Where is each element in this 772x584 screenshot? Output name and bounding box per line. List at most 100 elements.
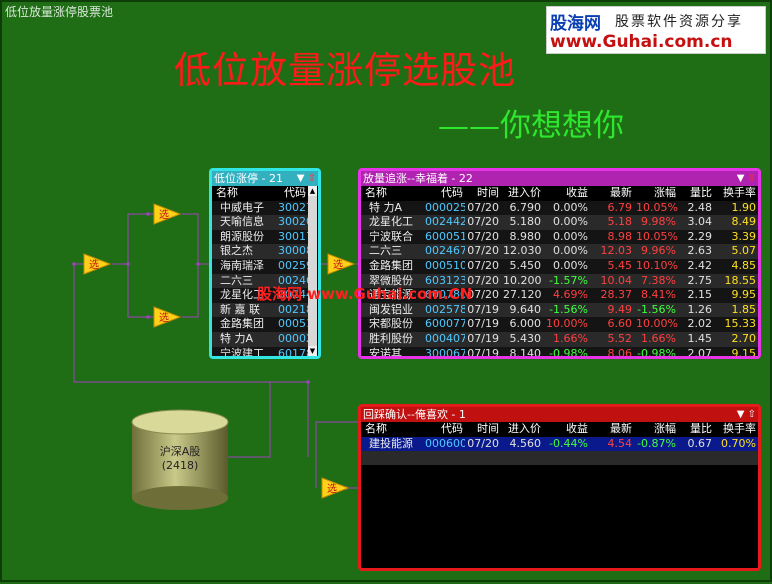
table-row[interactable]: 特 力A 000025 07/20 6.790 0.00% 6.79 10.05% 2.48 1…: [361, 200, 758, 216]
table-cell: -0.98%: [549, 346, 588, 359]
column-header[interactable]: 时间: [465, 422, 501, 437]
column-header[interactable]: 最新: [590, 422, 634, 437]
table-cell: 07/20: [467, 229, 499, 243]
column-header[interactable]: 涨幅: [634, 422, 678, 437]
table-cell: 海南瑞泽: [220, 258, 264, 272]
column-header[interactable]: 代码: [276, 186, 308, 201]
filter-node-4[interactable]: 选: [327, 253, 356, 275]
table-cell: 18.55: [724, 273, 757, 287]
table-cell: 000407: [425, 331, 465, 345]
column-header[interactable]: 换手率: [714, 422, 758, 437]
panel-title: 放量追涨--幸福着 - 22: [363, 172, 473, 185]
column-header[interactable]: 代码: [423, 186, 465, 201]
table-cell: 2.75: [687, 273, 713, 287]
table-cell: -1.56%: [549, 302, 588, 316]
table-cell: 9.49: [607, 302, 633, 316]
table-cell: 27.120: [503, 288, 542, 302]
filter-node-5[interactable]: 选: [321, 477, 350, 499]
table-row[interactable]: 金路集团 00051: [212, 317, 308, 332]
table-row[interactable]: 宁波联合 600051 07/20 8.980 0.00% 8.98 10.05% 2.29 3…: [361, 229, 758, 245]
table-cell: 5.45: [607, 258, 633, 272]
column-header[interactable]: 进入价: [501, 186, 543, 201]
table-cell: 8.140: [509, 346, 542, 359]
table-cell: 600077: [425, 317, 465, 331]
table-row[interactable]: 金路集团 000510 07/20 5.450 0.00% 5.45 10.10% 2.42 4…: [361, 258, 758, 274]
table-cell: 特 力A: [369, 200, 403, 214]
arrow-up-icon[interactable]: ⇧: [748, 173, 756, 184]
panel-low-limit-up[interactable]: 低位涨停 - 21 ▼ ⇧ 名称代码 中威电子30027天喻信息30020朗源股…: [209, 168, 321, 359]
table-row[interactable]: 闽发铝业 002578 07/19 9.640 -1.56% 9.49 -1.56% 1.26…: [361, 302, 758, 318]
table-row[interactable]: 天喻信息 30020: [212, 215, 308, 230]
table-cell: 5.18: [607, 215, 633, 229]
filter-node-3[interactable]: 选: [153, 306, 182, 328]
table-row[interactable]: 朗源股份 30017: [212, 229, 308, 245]
scroll-down-icon[interactable]: ▼: [308, 346, 317, 356]
table-cell: 07/19: [467, 317, 499, 331]
table-cell: 2.15: [687, 288, 713, 302]
table-cell: 2.42: [687, 258, 713, 272]
table-row[interactable]: 新 嘉 联 00218: [212, 302, 308, 318]
table-row[interactable]: 二六三 002467 07/20 12.030 0.00% 12.03 9.96% 2.63 5…: [361, 244, 758, 259]
column-header[interactable]: 时间: [465, 186, 501, 201]
filter-node-label: 选: [159, 208, 169, 221]
panel-title-bar: 回踩确认--俺喜欢 - 1 ▼ ⇧: [361, 407, 758, 422]
table-cell: 07/19: [467, 346, 499, 359]
scroll-up-icon[interactable]: ▲: [308, 186, 317, 196]
column-header[interactable]: 收益: [543, 186, 590, 201]
table-cell: 8.49: [731, 215, 757, 229]
dropdown-icon[interactable]: ▼: [737, 173, 745, 184]
table-row[interactable]: 安诺其 300067 07/19 8.140 -0.98% 8.06 -0.98% 2.07 9…: [361, 346, 758, 359]
table-cell: 5.52: [607, 331, 633, 345]
table-cell: 8.41%: [641, 288, 676, 302]
column-header[interactable]: 收益: [543, 422, 590, 437]
table-cell: 002467: [425, 244, 465, 258]
column-header[interactable]: 进入价: [501, 422, 543, 437]
table-cell: 1.45: [687, 331, 713, 345]
stock-table: 名称 代码 时间 进入价 收益 最新 涨幅 量比 换手率 特 力A 000025 07/20 6.79…: [361, 186, 758, 359]
table-row[interactable]: 胜利股份 000407 07/19 5.430 1.66% 5.52 1.66% 1.45 2.…: [361, 331, 758, 347]
table-row[interactable]: 特 力A 00002: [212, 331, 308, 347]
table-cell: 8.980: [509, 229, 542, 243]
table-row[interactable]: 中威电子 30027: [212, 200, 308, 216]
arrow-up-icon[interactable]: ⇧: [308, 173, 316, 184]
table-row[interactable]: 海南瑞泽 00259: [212, 258, 308, 274]
arrow-up-icon[interactable]: ⇧: [748, 409, 756, 420]
filter-node-2[interactable]: 选: [153, 203, 182, 225]
column-header[interactable]: 涨幅: [634, 186, 678, 201]
column-header[interactable]: 量比: [678, 422, 714, 437]
filter-node-1[interactable]: 选: [83, 253, 112, 275]
table-cell: 00218: [278, 302, 308, 316]
column-header[interactable]: 名称: [361, 186, 423, 201]
table-cell: 0.00%: [553, 229, 588, 243]
table-cell: 3.39: [731, 229, 757, 243]
column-header[interactable]: 名称: [212, 186, 276, 201]
panel-volume-chase[interactable]: 放量追涨--幸福着 - 22 ▼ ⇧ 名称 代码 时间 进入价 收益 最新 涨幅 量比 换手率 …: [358, 168, 761, 359]
table-row[interactable]: 建投能源 000600 07/20 4.560 -0.44% 4.54 -0.87% 0.67…: [361, 436, 758, 452]
table-cell: 2.07: [687, 346, 713, 359]
table-row[interactable]: 宁波建工 60178: [212, 346, 308, 356]
table-row[interactable]: 宋都股份 600077 07/19 6.000 10.00% 6.60 10.00% 2.02…: [361, 317, 758, 332]
table-cell: 2.29: [687, 229, 713, 243]
table-cell: 6.000: [509, 317, 542, 331]
table-cell: 002578: [425, 302, 465, 316]
dropdown-icon[interactable]: ▼: [737, 409, 745, 420]
watermark: 股海网 www.Guhai.com.CN: [257, 285, 473, 303]
strategy-canvas: 低位放量涨停股票池 股海网 股票软件资源分享 www.Guhai.com.cn …: [0, 0, 772, 582]
column-header[interactable]: 量比: [678, 186, 714, 201]
table-cell: 宁波联合: [369, 229, 413, 243]
vertical-scrollbar[interactable]: ▲ ▼: [308, 186, 317, 356]
column-header[interactable]: 换手率: [714, 186, 758, 201]
table-cell: 1.26: [687, 302, 713, 316]
table-cell: 特 力A: [220, 331, 254, 345]
panel-pullback-confirm[interactable]: 回踩确认--俺喜欢 - 1 ▼ ⇧ 名称 代码 时间 进入价 收益 最新 涨幅 量比 换手率 建…: [358, 404, 761, 571]
table-cell: 07/20: [467, 200, 499, 214]
table-cell: 9.95: [731, 288, 757, 302]
column-header[interactable]: 名称: [361, 422, 423, 437]
table-cell: 1.90: [731, 200, 757, 214]
table-row[interactable]: 银之杰 30008: [212, 244, 308, 259]
stock-table: 名称 代码 时间 进入价 收益 最新 涨幅 量比 换手率 建投能源 000600 07/20 4.56…: [361, 422, 758, 452]
column-header[interactable]: 代码: [423, 422, 465, 437]
column-header[interactable]: 最新: [590, 186, 634, 201]
table-row[interactable]: 龙星化工 002442 07/20 5.180 0.00% 5.18 9.98% 3.04 8.…: [361, 215, 758, 230]
dropdown-icon[interactable]: ▼: [297, 173, 305, 184]
